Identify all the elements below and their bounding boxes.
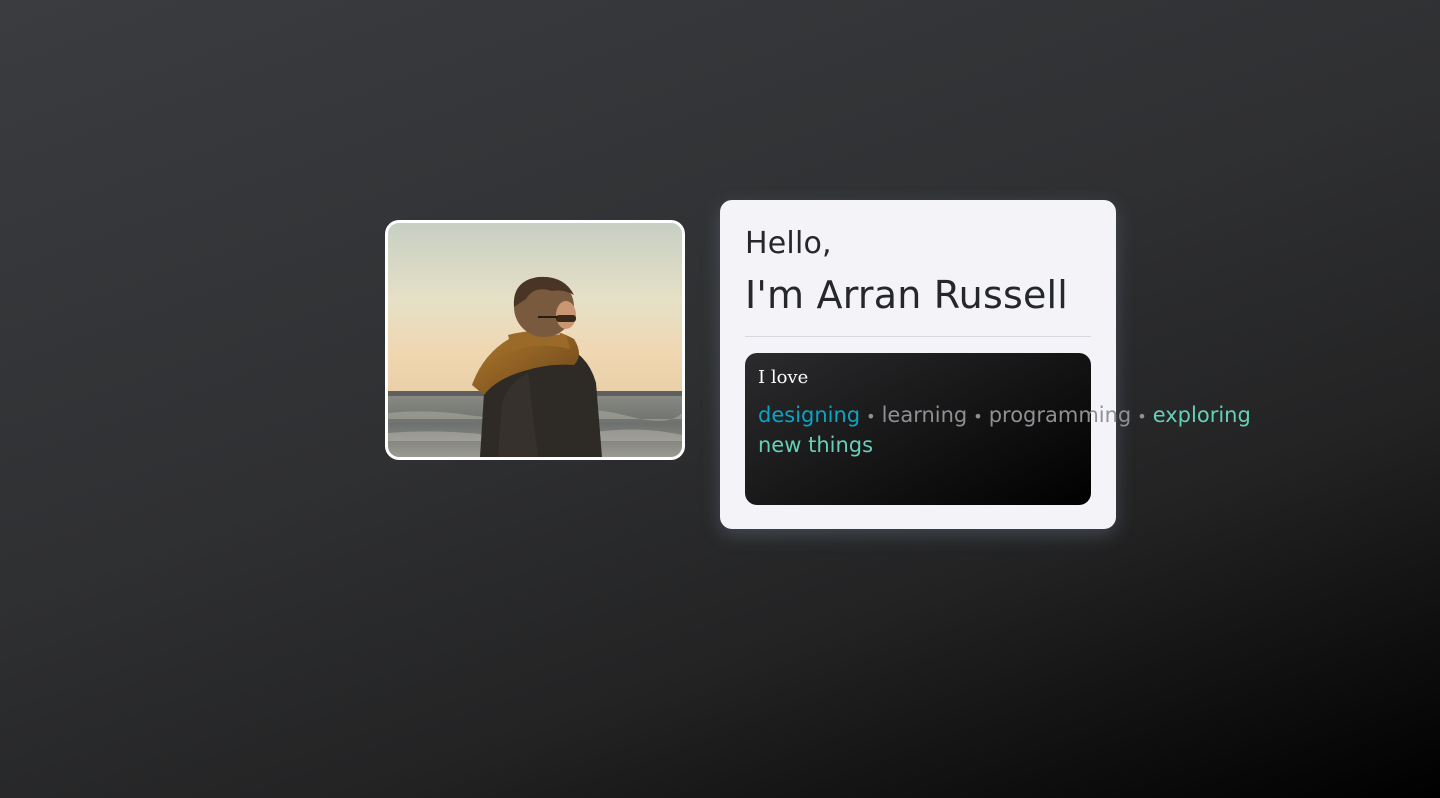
greeting-text: Hello, — [745, 226, 832, 261]
separator-dot: • — [1137, 407, 1147, 426]
profile-name: I'm Arran Russell — [745, 273, 1069, 317]
separator-dot: • — [866, 407, 876, 426]
separator-dot: • — [973, 407, 983, 426]
interest-programming: programming — [988, 403, 1132, 427]
profile-card: Hello, I'm Arran Russell I love designin… — [720, 200, 1251, 529]
divider — [745, 336, 1091, 337]
person-at-sea-image — [388, 223, 682, 457]
interests-label: I love — [758, 367, 809, 388]
interests-list: designing • learning • programming • exploring… — [758, 401, 1251, 460]
interests-box: I love designing • learning • programming • ex… — [745, 353, 1251, 505]
interest-designing: designing — [758, 403, 861, 427]
profile-photo — [385, 220, 685, 460]
interest-learning: learning — [881, 403, 968, 427]
